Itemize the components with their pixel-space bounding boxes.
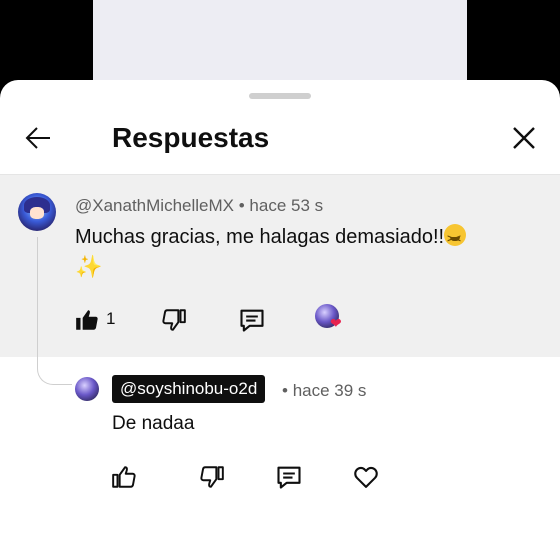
reply-button[interactable] — [238, 306, 266, 334]
sheet-header: Respuestas — [0, 100, 560, 175]
video-background — [0, 0, 560, 90]
page-title: Respuestas — [112, 122, 270, 153]
comment-meta: @XanathMichelleMX • hace 53 s — [75, 194, 323, 218]
like-button[interactable] — [73, 306, 101, 334]
avatar[interactable] — [18, 193, 56, 231]
meta-separator: • — [238, 196, 245, 215]
comment-body: Muchas gracias, me halagas demasiado!! — [75, 226, 445, 248]
confounded-face-icon — [444, 224, 467, 254]
sparkles-icon: ✨ — [75, 254, 103, 279]
thumbs-down-icon — [162, 309, 186, 331]
dislike-button[interactable] — [160, 306, 188, 334]
comment-actions: 1 ❤ — [0, 300, 560, 340]
thumbs-down-icon — [200, 466, 224, 488]
thumbs-up-filled-icon — [76, 310, 98, 330]
heart-button[interactable] — [352, 463, 380, 491]
reply-dislike-button[interactable] — [198, 463, 226, 491]
reply-like-button[interactable] — [110, 463, 138, 491]
parent-comment: @XanathMichelleMX • hace 53 s Muchas gra… — [0, 175, 560, 387]
comment-text: Muchas gracias, me halagas demasiado!! ✨ — [75, 223, 515, 283]
reply-text: De nadaa — [112, 413, 195, 434]
creator-heart-badge[interactable]: ❤ — [315, 304, 345, 334]
reply-time: hace 39 s — [292, 381, 367, 400]
thread-connector — [37, 357, 72, 385]
reply-actions — [0, 457, 560, 497]
arrow-left-icon — [25, 127, 50, 149]
heart-outline-icon — [354, 466, 378, 488]
reply-avatar[interactable] — [75, 377, 99, 401]
reply-reply-button[interactable] — [275, 463, 303, 491]
meta-separator: • — [282, 381, 288, 400]
close-button[interactable] — [508, 122, 540, 154]
thumbs-up-icon — [112, 466, 136, 488]
reply-comment: @soyshinobu-o2d • hace 39 s De nadaa — [0, 357, 560, 560]
reply-author-chip[interactable]: @soyshinobu-o2d — [112, 375, 266, 403]
comment-icon — [277, 466, 301, 489]
comment-time: hace 53 s — [249, 196, 324, 215]
reply-meta: • hace 39 s — [282, 379, 366, 403]
creator-heart-icon: ❤ — [330, 315, 342, 331]
back-button[interactable] — [22, 122, 54, 154]
comment-icon — [240, 309, 264, 332]
comment-author[interactable]: @XanathMichelleMX — [75, 196, 234, 215]
close-icon — [513, 127, 535, 149]
drag-handle[interactable] — [249, 93, 311, 99]
like-count: 1 — [106, 309, 116, 328]
replies-sheet: Respuestas @XanathMichelleMX • hace 53 s… — [0, 80, 560, 560]
video-frame — [93, 0, 467, 90]
